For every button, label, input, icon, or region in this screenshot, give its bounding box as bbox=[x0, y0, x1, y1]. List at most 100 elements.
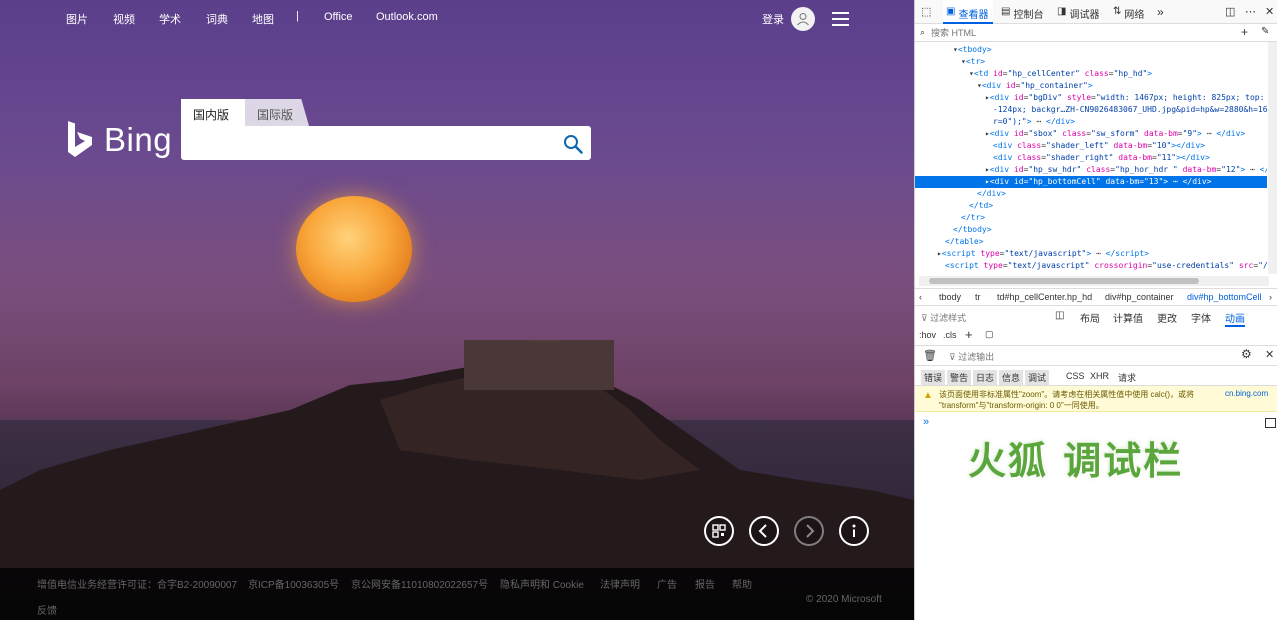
markup-node[interactable]: <div class="shader_right" data-bm="11"><… bbox=[993, 152, 1210, 164]
next-image-button[interactable] bbox=[794, 516, 824, 546]
dock-icon[interactable]: ◫ bbox=[1225, 5, 1235, 18]
markup-node[interactable]: ▾<tr> bbox=[961, 56, 985, 68]
footer-license[interactable]: 增值电信业务经营许可证：合字B2-20090007 bbox=[37, 576, 237, 591]
tab-debugger[interactable]: ◨ 调试器 bbox=[1057, 0, 1099, 24]
markup-vertical-scrollbar[interactable] bbox=[1268, 42, 1277, 274]
more-tools-icon[interactable]: » bbox=[1157, 5, 1164, 19]
footer-ads[interactable]: 广告 bbox=[657, 576, 677, 591]
eyedropper-icon[interactable]: ✎ bbox=[1261, 26, 1269, 37]
tab-computed[interactable]: 计算值 bbox=[1113, 310, 1143, 325]
tab-changes[interactable]: 更改 bbox=[1157, 310, 1177, 325]
qr-code-button[interactable] bbox=[704, 516, 734, 546]
search-input[interactable] bbox=[191, 133, 551, 153]
markup-node[interactable]: ▸<div id="bgDiv" style="width: 1467px; h… bbox=[985, 92, 1267, 104]
nav-dictionary[interactable]: 词典 bbox=[206, 11, 228, 27]
filter-warnings[interactable]: 警告 bbox=[947, 370, 972, 385]
filter-css[interactable]: CSS bbox=[1063, 370, 1088, 382]
warning-source-link[interactable]: cn.bing.com bbox=[1225, 389, 1268, 398]
hov-toggle[interactable]: :hov bbox=[919, 330, 936, 340]
breadcrumb-item[interactable]: div#hp_bottomCell bbox=[1187, 292, 1262, 302]
footer-report[interactable]: 报告 bbox=[695, 576, 715, 591]
markup-view[interactable]: ▾<tbody> ▾<tr> ▾<td id="hp_cellCenter" cla… bbox=[915, 42, 1267, 274]
footer: 增值电信业务经营许可证：合字B2-20090007 京ICP备10036305号… bbox=[0, 568, 914, 620]
console-input-prompt[interactable]: » bbox=[923, 416, 929, 428]
html-search-input[interactable] bbox=[931, 26, 1231, 40]
breadcrumb-item[interactable]: div#hp_container bbox=[1105, 292, 1174, 302]
nav-academic[interactable]: 学术 bbox=[159, 11, 181, 27]
markup-node[interactable]: r=0");"> ⋯ </div> bbox=[993, 116, 1075, 128]
nav-outlook[interactable]: Outlook.com bbox=[376, 11, 438, 23]
markup-node[interactable]: <div class="shader_left" data-bm="10"></… bbox=[993, 140, 1205, 152]
markup-node[interactable]: /TQ3vXNkmQnQ5AxXG7uRek8TW4Pw.js"></scrip… bbox=[945, 272, 1147, 274]
breadcrumb-left-icon[interactable]: ‹ bbox=[919, 292, 922, 302]
tab-console[interactable]: ▤ 控制台 bbox=[1001, 0, 1043, 24]
search-icon[interactable] bbox=[563, 134, 583, 154]
close-icon[interactable]: ✕ bbox=[1265, 5, 1274, 18]
nav-office[interactable]: Office bbox=[324, 11, 353, 23]
footer-icp[interactable]: 京ICP备10036305号 bbox=[248, 576, 339, 591]
breadcrumb-item[interactable]: td#hp_cellCenter.hp_hd bbox=[997, 292, 1092, 302]
editor-mode-icon[interactable] bbox=[1265, 418, 1276, 428]
markup-node[interactable]: <script type="text/javascript" crossorig… bbox=[945, 260, 1267, 272]
filter-info[interactable]: 信息 bbox=[999, 370, 1024, 385]
devtools-toolbar: ⬚ ▣ 查看器 ▤ 控制台 ◨ 调试器 ⇅ 网络 » ◫ ⋯ ✕ bbox=[915, 0, 1277, 24]
bing-logo[interactable]: Bing bbox=[66, 121, 172, 159]
image-info-button[interactable] bbox=[839, 516, 869, 546]
console-toolbar: 🗑 ⊽ 过滤输出 ⚙ ✕ bbox=[915, 346, 1277, 366]
markup-node[interactable]: ▾<tbody> bbox=[953, 44, 992, 56]
breadcrumb-item[interactable]: tbody bbox=[939, 292, 961, 302]
markup-horizontal-scrollbar[interactable] bbox=[919, 276, 1269, 286]
nav-maps[interactable]: 地图 bbox=[252, 11, 274, 27]
nav-images[interactable]: 图片 bbox=[66, 11, 88, 27]
markup-node[interactable]: ▾<td id="hp_cellCenter" class="hp_hd"> bbox=[969, 68, 1152, 80]
filter-logs[interactable]: 日志 bbox=[973, 370, 998, 385]
avatar[interactable] bbox=[791, 7, 815, 31]
element-picker-icon[interactable]: ⬚ bbox=[921, 5, 931, 18]
user-icon bbox=[797, 13, 809, 26]
filter-requests[interactable]: 请求 bbox=[1115, 370, 1139, 385]
markup-node[interactable]: </tbody> bbox=[953, 224, 992, 236]
footer-police-record[interactable]: 京公网安备11010802022657号 bbox=[351, 576, 488, 591]
markup-node[interactable]: -124px; backgr…ZH-CN9026483067_UHD.jpg&p… bbox=[993, 104, 1267, 116]
options-icon[interactable]: ⋯ bbox=[1245, 5, 1256, 18]
filter-styles-label[interactable]: ⊽ 过滤样式 bbox=[921, 311, 966, 324]
filter-debug[interactable]: 调试 bbox=[1025, 370, 1050, 385]
markup-node[interactable]: ▸<div id="sbox" class="sw_sform" data-bm… bbox=[985, 128, 1245, 140]
menu-button[interactable] bbox=[832, 12, 849, 26]
footer-privacy[interactable]: 隐私声明和 Cookie bbox=[500, 576, 584, 591]
markup-node[interactable]: ▸<div id="hp_sw_hdr" class="hp_hor_hdr "… bbox=[985, 164, 1267, 176]
markup-node[interactable]: </div> bbox=[977, 188, 1006, 200]
markup-node[interactable]: </td> bbox=[969, 200, 993, 212]
footer-legal[interactable]: 法律声明 bbox=[600, 576, 640, 591]
tab-layout[interactable]: 布局 bbox=[1080, 310, 1100, 325]
print-simulation-icon[interactable]: ▢ bbox=[985, 329, 994, 340]
tab-fonts[interactable]: 字体 bbox=[1191, 310, 1211, 325]
tab-animations[interactable]: 动画 bbox=[1225, 310, 1245, 327]
gear-icon[interactable]: ⚙ bbox=[1241, 347, 1252, 361]
breadcrumb-right-icon[interactable]: › bbox=[1269, 292, 1272, 302]
footer-help[interactable]: 帮助 bbox=[732, 576, 752, 591]
filter-errors[interactable]: 错误 bbox=[921, 370, 946, 385]
breadcrumb-item[interactable]: tr bbox=[975, 292, 981, 302]
login-link[interactable]: 登录 bbox=[762, 11, 784, 27]
add-rule-icon[interactable]: + bbox=[965, 327, 973, 342]
markup-node[interactable]: </tr> bbox=[961, 212, 985, 224]
cls-toggle[interactable]: .cls bbox=[943, 330, 957, 340]
footer-feedback[interactable]: 反馈 bbox=[37, 602, 57, 617]
add-node-icon[interactable]: + bbox=[1241, 25, 1248, 39]
tab-inspector[interactable]: ▣ 查看器 bbox=[943, 0, 993, 24]
previous-image-button[interactable] bbox=[749, 516, 779, 546]
tab-network[interactable]: ⇅ 网络 bbox=[1113, 0, 1144, 24]
close-split-icon[interactable]: ✕ bbox=[1265, 348, 1274, 361]
markup-node[interactable]: </table> bbox=[945, 236, 984, 248]
markup-node[interactable]: ▸<script type="text/javascript"> ⋯ </scr… bbox=[937, 248, 1149, 260]
filter-xhr[interactable]: XHR bbox=[1087, 370, 1112, 382]
layout-view-icon[interactable]: ◫ bbox=[1055, 310, 1064, 321]
markup-node-selected[interactable]: ▸<div id="hp_bottomCell" data-bm="13"> ⋯… bbox=[915, 176, 1267, 188]
tab-international[interactable]: 国际版 bbox=[245, 99, 309, 126]
trash-icon[interactable]: 🗑 bbox=[923, 349, 937, 362]
markup-node[interactable]: ▾<div id="hp_container"> bbox=[977, 80, 1093, 92]
nav-videos[interactable]: 视频 bbox=[113, 11, 135, 27]
tab-domestic[interactable]: 国内版 bbox=[181, 99, 245, 126]
filter-output-input[interactable]: ⊽ 过滤输出 bbox=[949, 350, 994, 363]
